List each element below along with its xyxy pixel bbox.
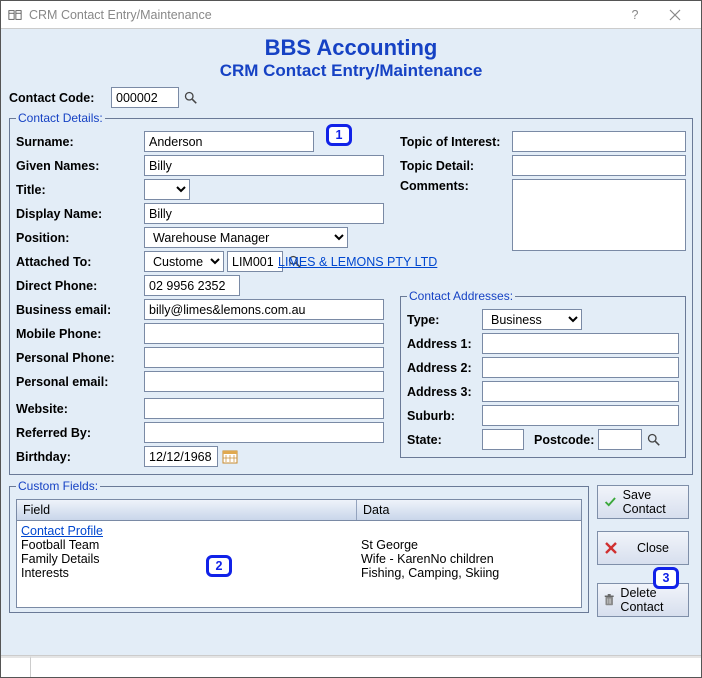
app-icon [7,7,23,23]
contact-details-legend: Contact Details: [16,111,105,125]
personal-phone-label: Personal Phone: [16,351,144,365]
custom-fields-legend: Custom Fields: [16,479,100,493]
attached-to-type-select[interactable]: Customer [144,251,224,272]
comments-input[interactable] [512,179,686,251]
address3-input[interactable] [482,381,679,402]
state-input[interactable] [482,429,524,450]
mobile-phone-input[interactable] [144,323,384,344]
contact-details-fieldset: Contact Details: 1 Surname: Given Names:… [9,111,693,475]
contact-code-input[interactable] [111,87,179,108]
comments-label: Comments: [400,179,512,193]
address1-label: Address 1: [407,337,482,351]
topic-of-interest-input[interactable] [512,131,686,152]
given-names-label: Given Names: [16,159,144,173]
personal-phone-input[interactable] [144,347,384,368]
suburb-input[interactable] [482,405,679,426]
attached-to-code-input[interactable] [227,251,283,272]
contact-addresses-fieldset: Contact Addresses: Type:Business Address… [400,289,686,458]
callout-2: 2 [206,555,232,577]
topic-detail-input[interactable] [512,155,686,176]
title-label: Title: [16,183,144,197]
business-email-input[interactable] [144,299,384,320]
col-field-header: Field [17,500,357,520]
address-type-select[interactable]: Business [482,309,582,330]
topic-detail-label: Topic Detail: [400,159,512,173]
callout-1: 1 [326,124,352,146]
business-email-label: Business email: [16,303,144,317]
address2-label: Address 2: [407,361,482,375]
close-button[interactable]: Close [597,531,689,565]
position-label: Position: [16,231,144,245]
state-label: State: [407,433,482,447]
postcode-input[interactable] [598,429,642,450]
form-body: BBS Accounting CRM Contact Entry/Mainten… [1,29,701,655]
address1-input[interactable] [482,333,679,354]
titlebar: CRM Contact Entry/Maintenance ? [1,1,701,29]
custom-fields-table: Field Data Contact Profile Football Team… [16,499,582,608]
contact-code-label: Contact Code: [9,91,111,105]
personal-email-label: Personal email: [16,375,144,389]
close-window-button[interactable] [655,1,695,28]
display-name-label: Display Name: [16,207,144,221]
birthday-label: Birthday: [16,450,144,464]
suburb-label: Suburb: [407,409,482,423]
help-button[interactable]: ? [615,1,655,28]
given-names-input[interactable] [144,155,384,176]
calendar-icon[interactable] [220,447,240,467]
postcode-label: Postcode: [534,433,594,447]
col-data-header: Data [357,500,581,520]
mobile-phone-label: Mobile Phone: [16,327,144,341]
window-title: CRM Contact Entry/Maintenance [29,8,212,22]
statusbar [1,655,701,677]
title-select[interactable] [144,179,190,200]
attached-to-label: Attached To: [16,255,144,269]
topic-of-interest-label: Topic of Interest: [400,135,512,149]
referred-by-label: Referred By: [16,426,144,440]
contact-addresses-legend: Contact Addresses: [407,289,515,303]
save-contact-button[interactable]: Save Contact [597,485,689,519]
direct-phone-input[interactable] [144,275,240,296]
address-type-label: Type: [407,313,482,327]
header-subtitle: CRM Contact Entry/Maintenance [9,61,693,81]
callout-3: 3 [653,567,679,589]
postcode-search-icon[interactable] [644,430,664,450]
website-input[interactable] [144,398,384,419]
display-name-input[interactable] [144,203,384,224]
address3-label: Address 3: [407,385,482,399]
surname-label: Surname: [16,135,144,149]
website-label: Website: [16,402,144,416]
window: CRM Contact Entry/Maintenance ? BBS Acco… [0,0,702,678]
surname-input[interactable] [144,131,314,152]
address2-input[interactable] [482,357,679,378]
table-row[interactable]: Contact Profile [21,524,577,538]
position-select[interactable]: Warehouse Manager [144,227,348,248]
header-title: BBS Accounting [9,35,693,61]
table-row[interactable]: InterestsFishing, Camping, Skiing [21,566,577,580]
custom-fields-fieldset: Custom Fields: 2 Field Data Contact Prof… [9,479,589,613]
attached-to-link[interactable]: LIMES & LEMONS PTY LTD [278,255,437,269]
personal-email-input[interactable] [144,371,384,392]
table-row[interactable]: Football TeamSt George [21,538,577,552]
direct-phone-label: Direct Phone: [16,279,144,293]
birthday-input[interactable] [144,446,218,467]
referred-by-input[interactable] [144,422,384,443]
table-row[interactable]: Family DetailsWife - KarenNo children [21,552,577,566]
contact-code-search-icon[interactable] [181,88,201,108]
